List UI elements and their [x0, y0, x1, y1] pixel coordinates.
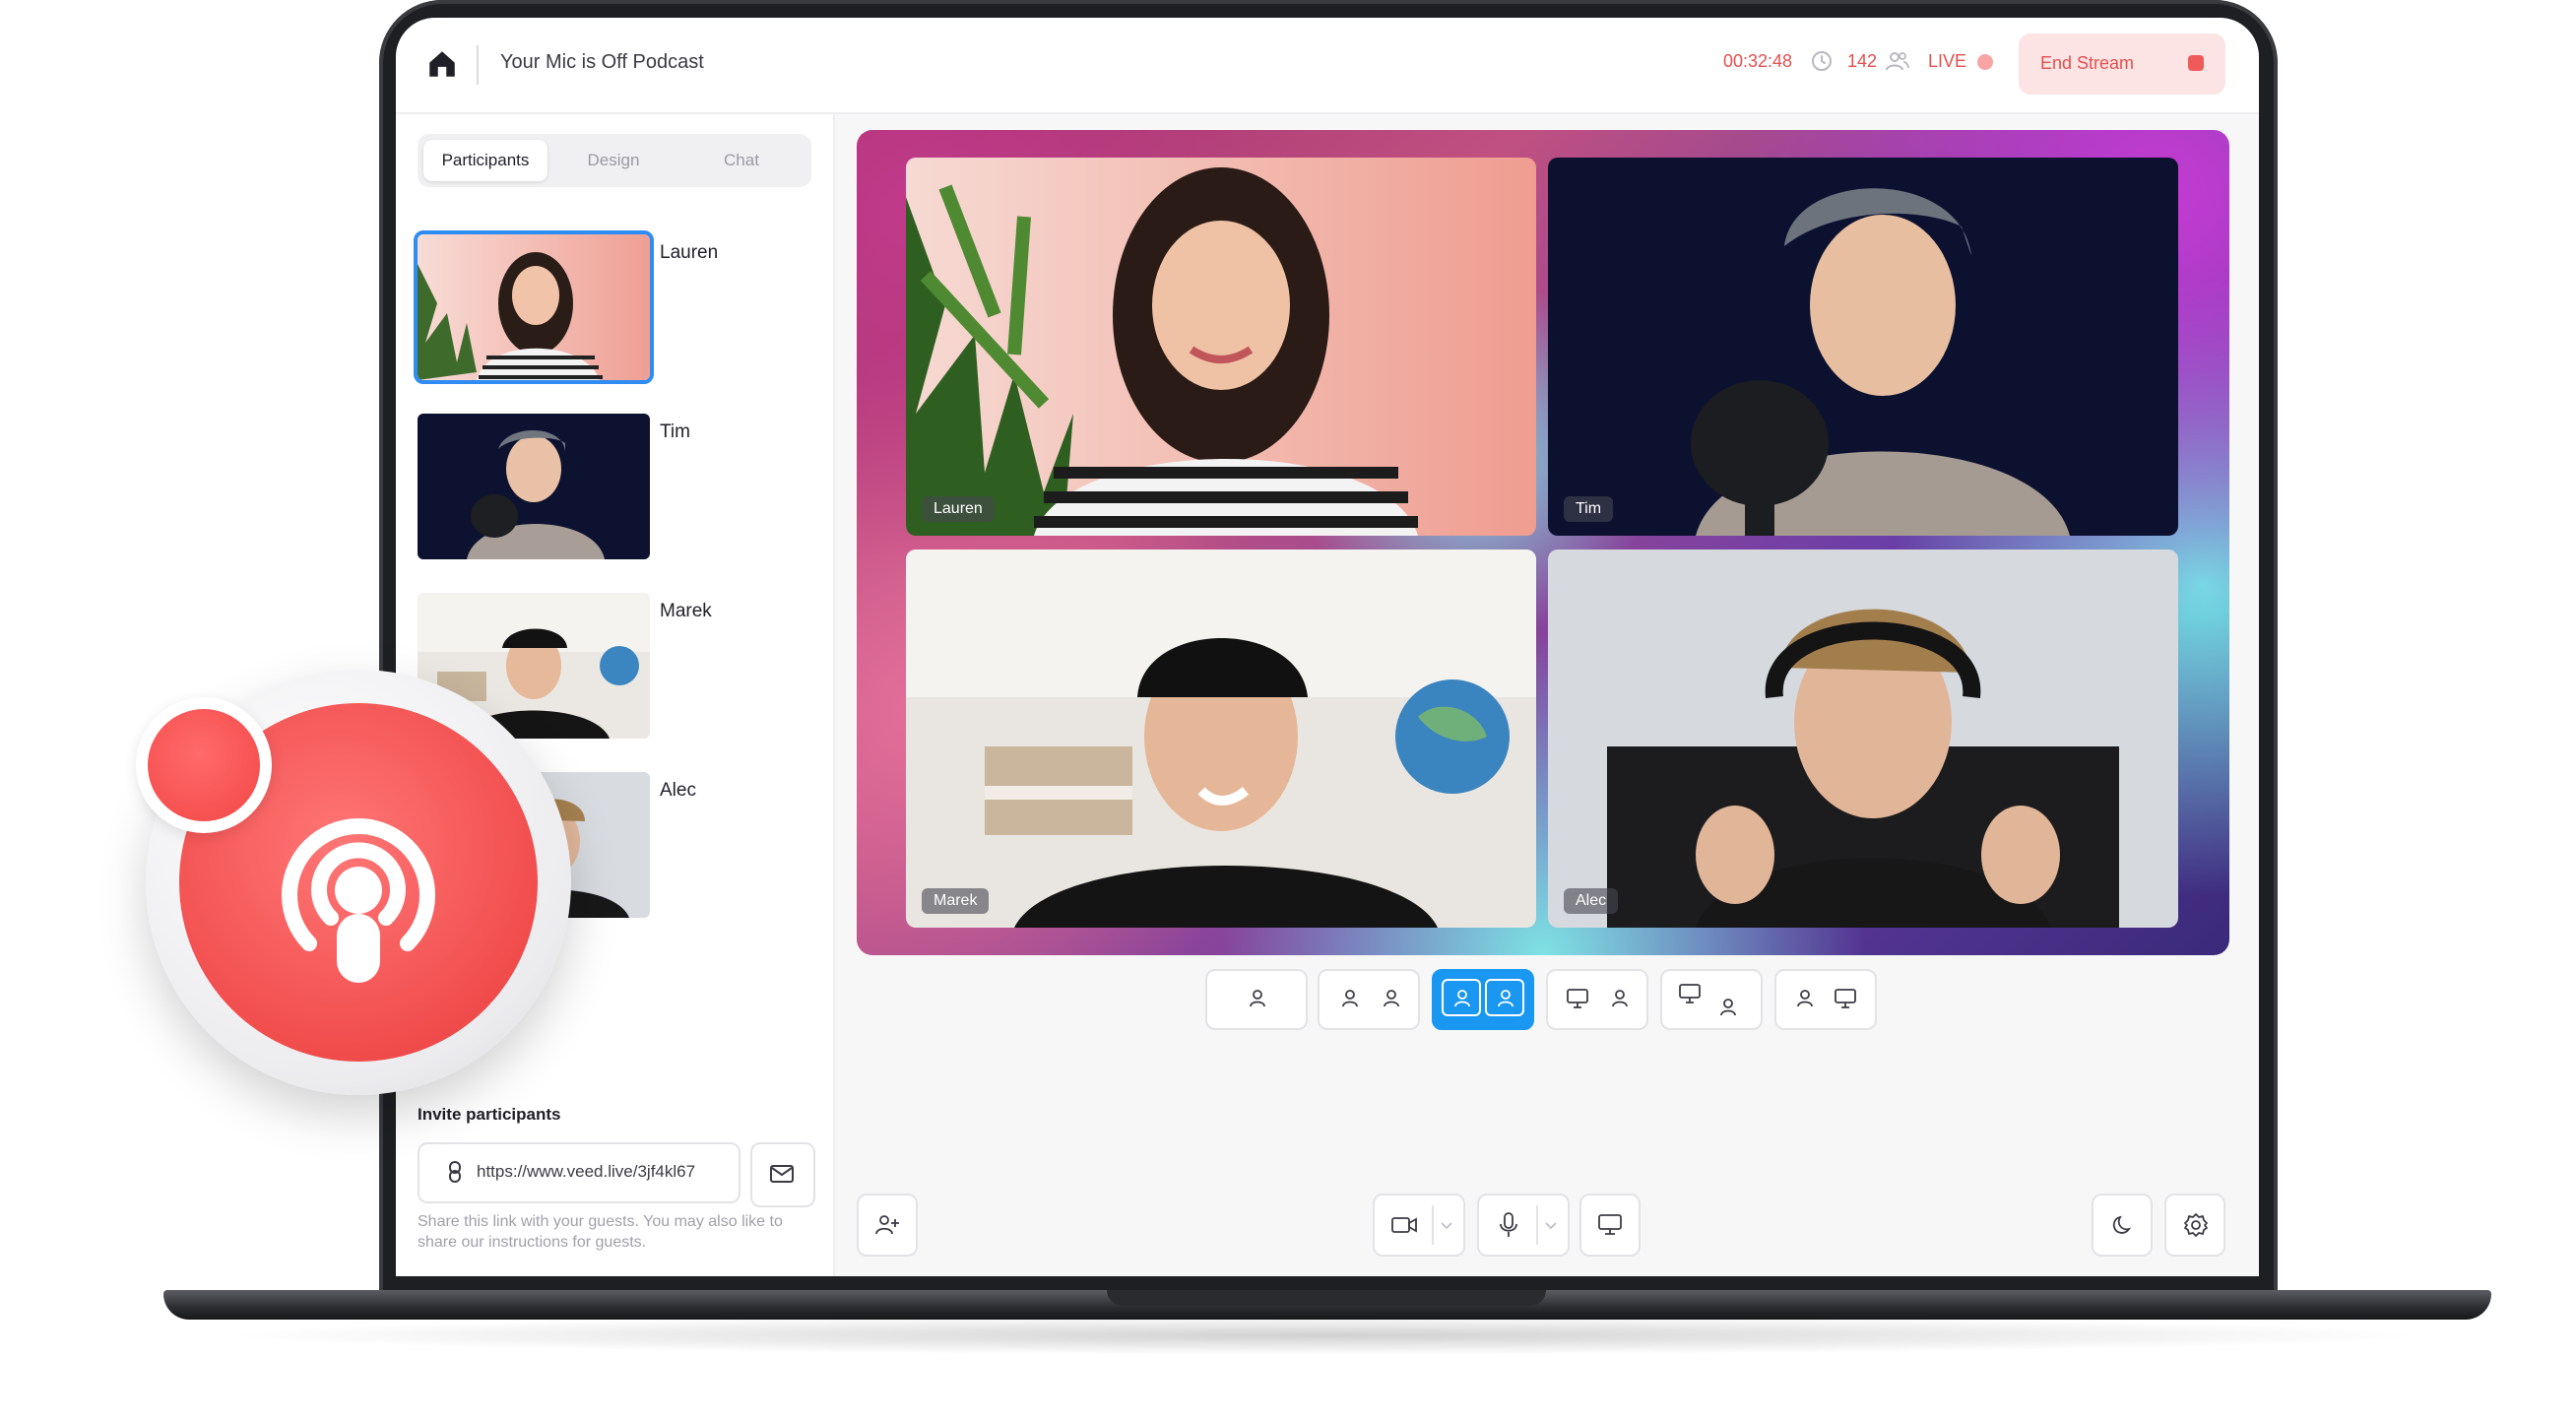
moon-icon: [2112, 1215, 2132, 1234]
viewer-count: 142: [1847, 51, 1878, 71]
podcast-icon: [282, 818, 435, 983]
stream-stage: Lauren Tim Marek Alec: [857, 130, 2229, 955]
stage-tile-alec[interactable]: Alec: [1548, 549, 2178, 928]
end-stream-button[interactable]: End Stream: [2019, 33, 2225, 95]
invite-link-url: https://www.veed.live/3jf4kl67: [477, 1162, 696, 1181]
monitor-icon: [1679, 984, 1701, 1003]
participant-thumbnail-tim[interactable]: [418, 414, 650, 559]
stop-icon: [2188, 55, 2204, 71]
monitor-icon: [1567, 989, 1588, 1008]
tile-name-label: Alec: [1564, 888, 1619, 914]
invite-hint: Share this link with your guests. You ma…: [418, 1213, 783, 1251]
stage-tile-marek[interactable]: Marek: [906, 549, 1536, 928]
page-title: Your Mic is Off Podcast: [500, 51, 704, 73]
chevron-down-icon[interactable]: [1544, 1221, 1558, 1231]
invite-heading: Invite participants: [418, 1105, 561, 1124]
camera-toggle-button[interactable]: [1373, 1194, 1465, 1257]
person-icon: [1498, 990, 1513, 1007]
title-divider: [477, 45, 479, 85]
participant-thumbnail-lauren[interactable]: [414, 230, 654, 384]
live-label: LIVE: [1928, 51, 1967, 71]
participant-video-marek: [906, 549, 1536, 928]
participant-video-alec: [1548, 549, 2178, 928]
laptop-shadow: [217, 1316, 2432, 1355]
participant-video-tim: [1548, 158, 2178, 536]
video-camera-icon: [1391, 1217, 1417, 1233]
person-icon: [1342, 990, 1358, 1007]
split-divider: [1536, 1205, 1538, 1245]
top-bar: Your Mic is Off Podcast 00:32:48 142 LIV…: [396, 18, 2259, 114]
person-icon: [1250, 990, 1265, 1007]
person-icon: [1384, 990, 1399, 1007]
live-indicator: [1977, 54, 1993, 70]
layout-screen-pip-button[interactable]: [1660, 969, 1763, 1030]
tab-participants[interactable]: Participants: [423, 140, 547, 181]
layout-grid-button[interactable]: [1432, 969, 1534, 1030]
settings-button[interactable]: [2164, 1194, 2225, 1257]
end-stream-label: End Stream: [2040, 53, 2135, 73]
stage-tile-tim[interactable]: Tim: [1548, 158, 2178, 536]
participants-panel: Participants Design Chat Lauren Tim Mare…: [396, 114, 835, 1276]
participant-name: Marek: [660, 601, 712, 621]
microphone-toggle-button[interactable]: [1477, 1194, 1570, 1257]
clock-icon: [1812, 51, 1832, 71]
participant-name: Lauren: [660, 242, 719, 263]
layout-two-button[interactable]: [1318, 969, 1420, 1030]
tile-name-label: Lauren: [922, 496, 995, 522]
layout-person-screen-button[interactable]: [1774, 969, 1877, 1030]
participant-name: Tim: [660, 421, 690, 442]
dark-mode-button[interactable]: [2092, 1194, 2153, 1257]
users-icon: [1886, 52, 1909, 71]
stage-tile-lauren[interactable]: Lauren: [906, 158, 1536, 536]
participant-video-tim: [418, 414, 650, 559]
tab-design[interactable]: Design: [551, 140, 676, 181]
stream-timer: 00:32:48: [1723, 51, 1793, 71]
layout-screen-side-button[interactable]: [1546, 969, 1648, 1030]
participant-name: Alec: [660, 780, 696, 801]
participant-video-lauren: [418, 234, 650, 380]
add-user-icon: [875, 1215, 899, 1235]
person-icon: [1797, 990, 1813, 1007]
recording-indicator-dot: [148, 709, 260, 821]
tab-chat[interactable]: Chat: [679, 140, 804, 181]
email-invite-button[interactable]: [750, 1142, 815, 1207]
home-icon[interactable]: [425, 47, 459, 81]
gear-icon: [2184, 1213, 2208, 1237]
split-divider: [1432, 1205, 1434, 1245]
participant-video-lauren: [906, 158, 1536, 536]
microphone-icon: [1500, 1212, 1517, 1237]
invite-link-field[interactable]: https://www.veed.live/3jf4kl67: [418, 1142, 741, 1203]
monitor-icon: [1835, 989, 1856, 1008]
chevron-down-icon[interactable]: [1440, 1221, 1453, 1231]
monitor-icon: [1598, 1214, 1622, 1235]
link-icon: [449, 1161, 461, 1183]
person-icon: [1720, 999, 1736, 1016]
add-guest-button[interactable]: [857, 1194, 918, 1257]
screen-share-button[interactable]: [1579, 1194, 1641, 1257]
tile-name-label: Marek: [922, 888, 990, 914]
person-icon: [1454, 990, 1470, 1007]
app-window: Your Mic is Off Podcast 00:32:48 142 LIV…: [396, 18, 2259, 1276]
person-icon: [1612, 990, 1628, 1007]
layout-single-button[interactable]: [1205, 969, 1308, 1030]
mail-icon: [770, 1165, 794, 1183]
tile-name-label: Tim: [1564, 496, 1614, 522]
laptop-notch: [1107, 1290, 1546, 1306]
panel-tabs: Participants Design Chat: [418, 134, 811, 187]
